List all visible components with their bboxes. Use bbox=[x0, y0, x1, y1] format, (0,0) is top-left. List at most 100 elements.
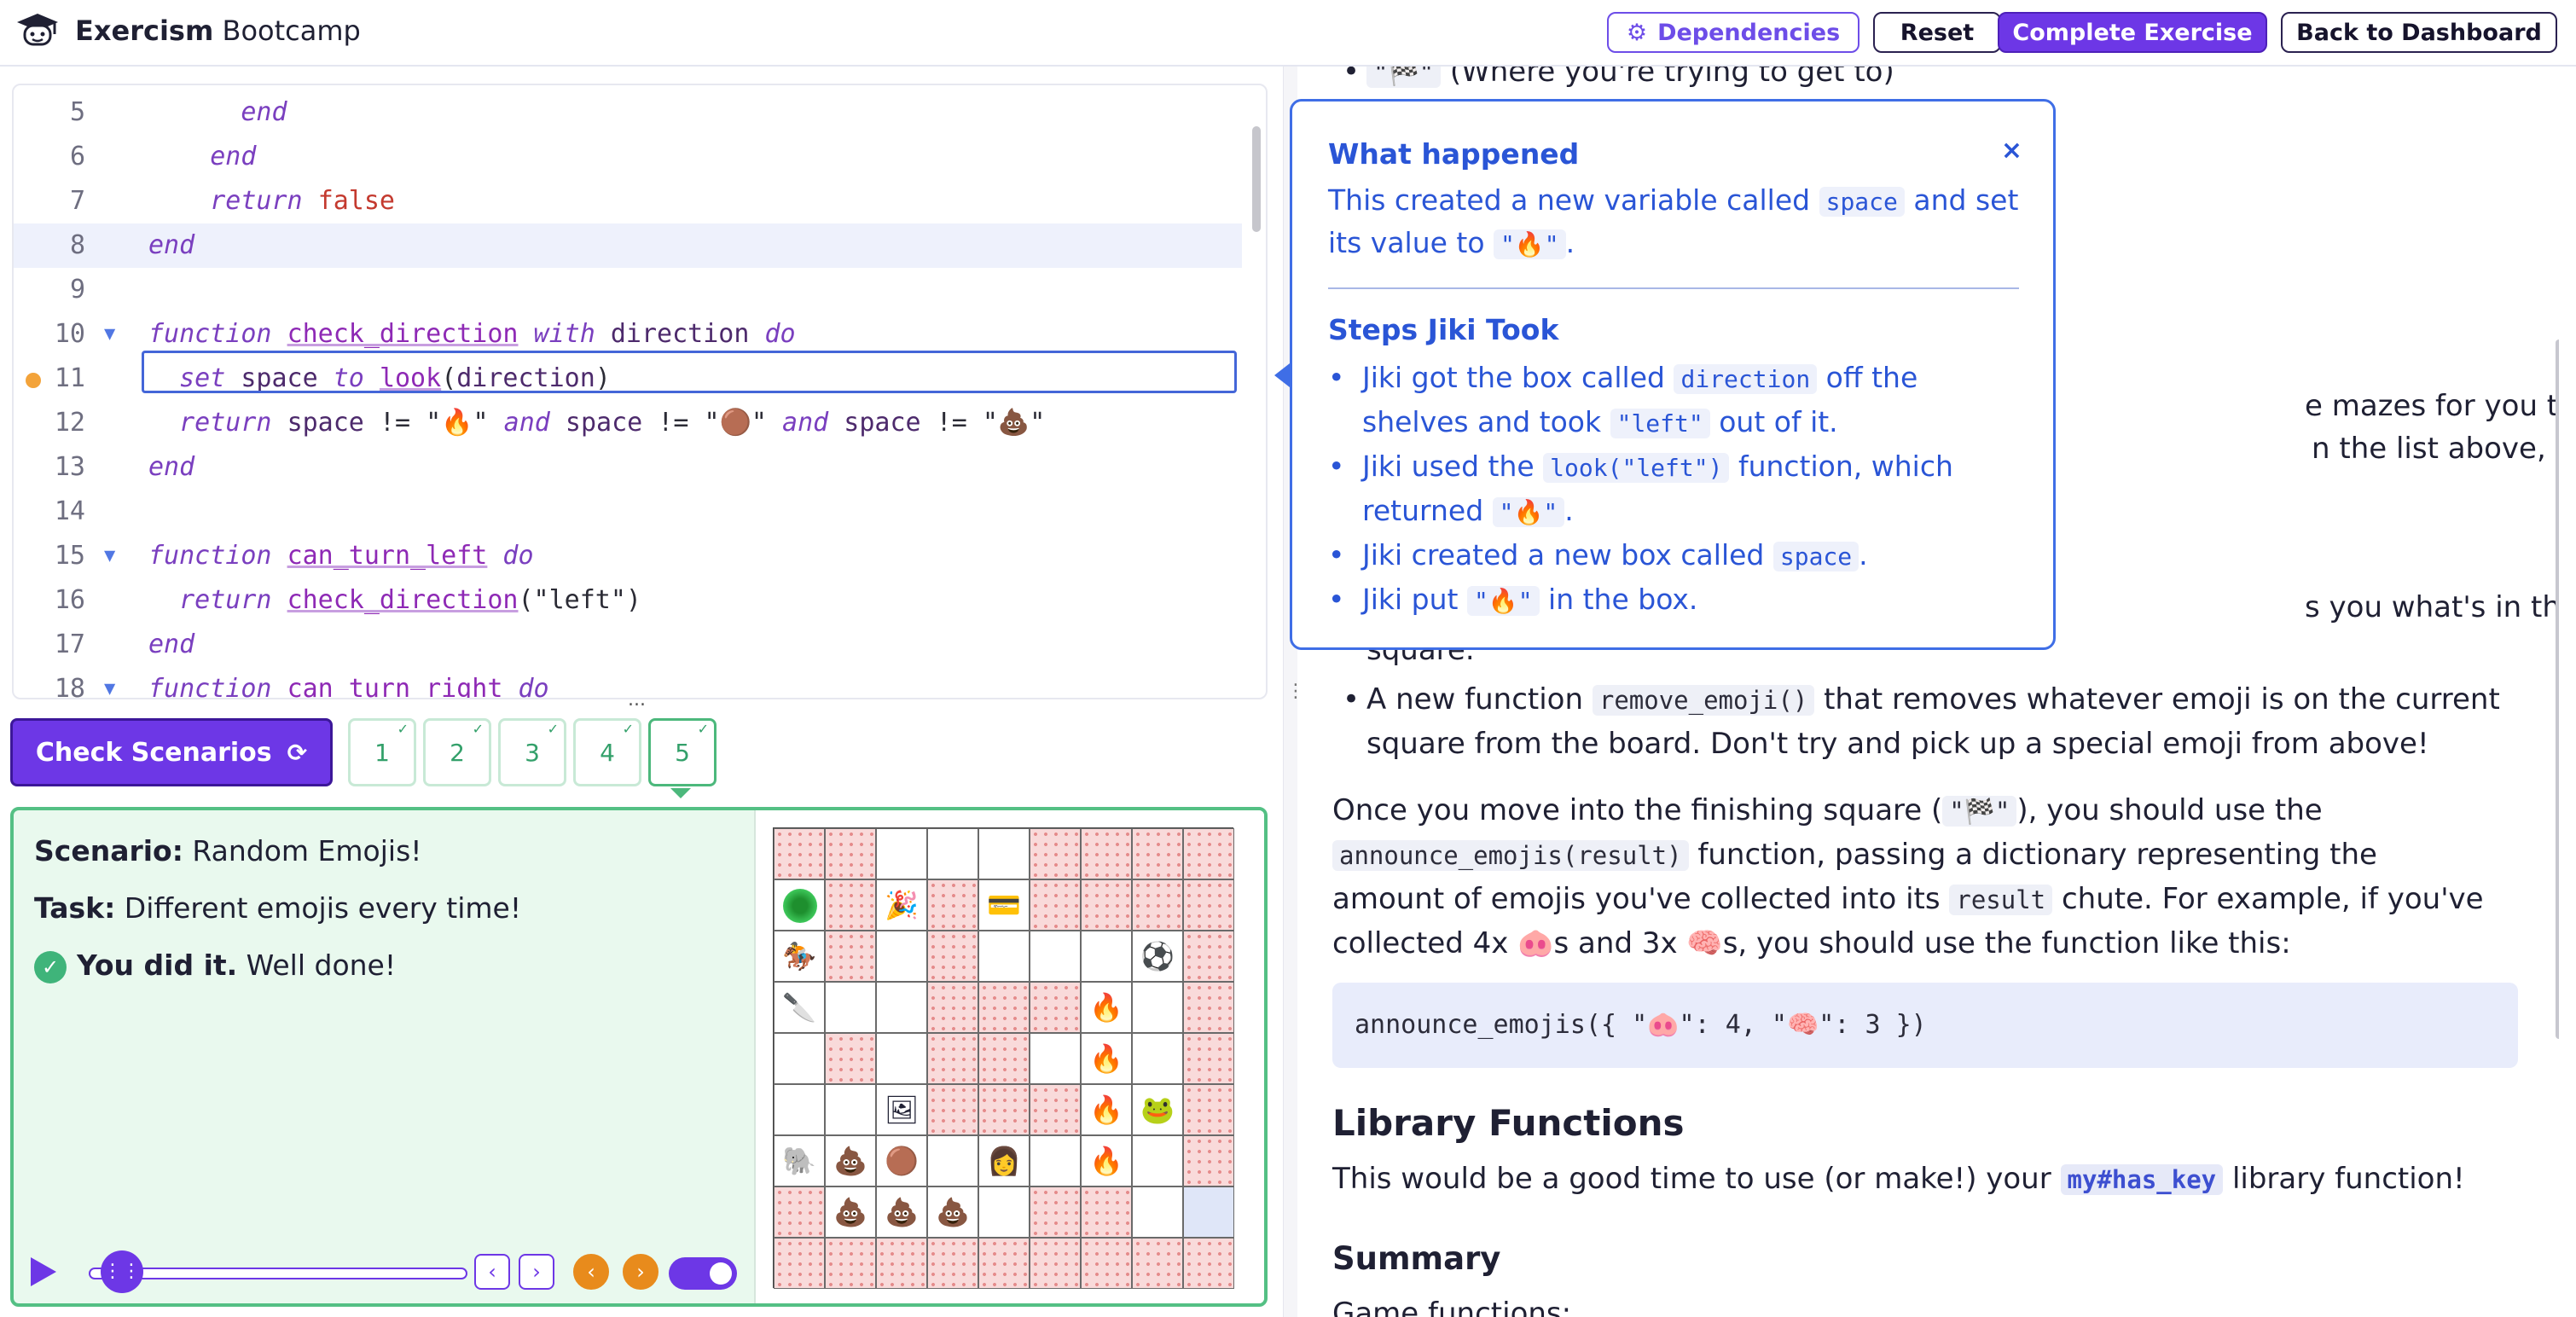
empty-cell bbox=[876, 982, 927, 1033]
code-text: return false bbox=[148, 186, 395, 216]
wall-cell bbox=[1132, 1238, 1183, 1289]
back-to-dashboard-button[interactable]: Back to Dashboard bbox=[2281, 12, 2557, 53]
reset-button[interactable]: Reset bbox=[1873, 12, 2001, 53]
prev-step-button[interactable]: ‹ bbox=[474, 1254, 510, 1290]
wall-cell bbox=[825, 931, 876, 982]
empty-cell bbox=[1132, 1135, 1183, 1186]
finish-bullet: "🏁" (Where you're trying to get to) bbox=[1366, 67, 1894, 89]
emoji-cell: 💩 bbox=[825, 1186, 876, 1238]
timeline-handle[interactable]: ⋮⋮ bbox=[101, 1250, 143, 1293]
animation-toggle[interactable] bbox=[669, 1257, 737, 1290]
code-line[interactable]: 13 end bbox=[14, 445, 1242, 490]
empty-cell bbox=[825, 1084, 876, 1135]
result-bold: You did it. bbox=[77, 949, 238, 982]
empty-cell bbox=[978, 828, 1030, 879]
wall-cell bbox=[774, 828, 825, 879]
emoji-cell: 💳 bbox=[978, 879, 1030, 931]
emoji-cell: 🔪 bbox=[774, 982, 825, 1033]
player-icon bbox=[783, 889, 817, 923]
wall-cell bbox=[774, 1186, 825, 1238]
code-line[interactable]: 15 ▼ function can_turn_left do bbox=[14, 534, 1242, 578]
wall-cell bbox=[1132, 828, 1183, 879]
empty-cell bbox=[774, 1033, 825, 1084]
wall-cell bbox=[1183, 828, 1234, 879]
scenario-tab-4[interactable]: 4 ✓ bbox=[573, 718, 641, 786]
scenario-label: Scenario: bbox=[34, 834, 183, 867]
scenario-tab-2[interactable]: 2 ✓ bbox=[423, 718, 491, 786]
wall-cell bbox=[927, 1084, 978, 1135]
scenario-value: Random Emojis! bbox=[183, 834, 422, 867]
finish-cell bbox=[1183, 1186, 1234, 1238]
success-check-icon: ✓ bbox=[34, 950, 67, 983]
line-number: 12 bbox=[54, 408, 85, 438]
step-item-cont: shelves and took "left" out of it. bbox=[1362, 405, 1838, 438]
wall-cell bbox=[1183, 931, 1234, 982]
line-number: 15 bbox=[54, 541, 85, 571]
popover-line: This created a new variable called space… bbox=[1328, 183, 2019, 217]
task-value: Different emojis every time! bbox=[115, 891, 522, 925]
scenario-tab-3[interactable]: 3 ✓ bbox=[498, 718, 566, 786]
brand-title[interactable]: Exercism Bootcamp bbox=[75, 15, 361, 47]
complete-exercise-button[interactable]: Complete Exercise bbox=[1998, 12, 2267, 53]
wall-cell bbox=[927, 1238, 978, 1289]
line-number: 7 bbox=[69, 186, 85, 216]
empty-cell bbox=[978, 1186, 1030, 1238]
code-line[interactable]: 6 end bbox=[14, 135, 1242, 179]
empty-cell bbox=[876, 931, 927, 982]
editor-scrollbar[interactable] bbox=[1252, 126, 1261, 232]
paragraph-line: collected 4x 🐽s and 3x 🧠s, you should us… bbox=[1332, 926, 2291, 960]
wall-cell bbox=[825, 1033, 876, 1084]
code-line[interactable]: 8 end bbox=[14, 223, 1242, 268]
fold-chevron-icon[interactable]: ▼ bbox=[104, 312, 115, 357]
line-number: 8 bbox=[69, 230, 85, 260]
wall-cell bbox=[1183, 1084, 1234, 1135]
task-label: Task: bbox=[34, 891, 116, 925]
prev-frame-button[interactable]: ‹ bbox=[573, 1254, 609, 1290]
obscured-text-2: n the list above, it should add it bbox=[2312, 432, 2559, 466]
code-line[interactable]: 9 bbox=[14, 268, 1242, 312]
next-frame-button[interactable]: › bbox=[623, 1254, 659, 1290]
dependencies-button[interactable]: ⚙ Dependencies bbox=[1607, 12, 1859, 53]
timeline-slider[interactable] bbox=[89, 1268, 467, 1279]
wall-cell bbox=[774, 1238, 825, 1289]
code-text: end bbox=[148, 452, 195, 482]
code-line[interactable]: 12 return space != "🔥" and space != "🟤" … bbox=[14, 401, 1242, 445]
top-header: Exercism Bootcamp ⚙ Dependencies Reset Co… bbox=[0, 0, 2576, 67]
active-tab-caret bbox=[670, 788, 691, 798]
wall-cell bbox=[927, 1033, 978, 1084]
empty-cell bbox=[927, 1135, 978, 1186]
code-text: end bbox=[148, 230, 195, 260]
code-line[interactable]: 16 return check_direction("left") bbox=[14, 578, 1242, 623]
emoji-cell: 🐘 bbox=[774, 1135, 825, 1186]
fold-chevron-icon[interactable]: ▼ bbox=[104, 667, 115, 698]
code-line[interactable]: 5 end bbox=[14, 90, 1242, 135]
instructions-scrollbar[interactable] bbox=[2556, 339, 2559, 1039]
scenario-tab-5[interactable]: 5 ✓ bbox=[648, 718, 717, 786]
emoji-cell: 🔥 bbox=[1081, 1135, 1132, 1186]
next-step-button[interactable]: › bbox=[519, 1254, 554, 1290]
code-line[interactable]: 17 end bbox=[14, 623, 1242, 667]
exercism-logo-icon bbox=[17, 14, 58, 46]
player-cell bbox=[774, 879, 825, 931]
check-icon: ✓ bbox=[397, 721, 409, 737]
wall-cell bbox=[1081, 1186, 1132, 1238]
check-scenarios-button[interactable]: Check Scenarios ⟳ bbox=[10, 718, 333, 786]
scenario-tab-1[interactable]: 1 ✓ bbox=[348, 718, 416, 786]
wall-cell bbox=[1030, 828, 1081, 879]
close-icon[interactable]: × bbox=[2001, 136, 2022, 165]
paragraph-line: announce_emojis(result) function, passin… bbox=[1332, 838, 2377, 872]
paragraph-line: Once you move into the finishing square … bbox=[1332, 793, 2323, 827]
code-text: function can_turn_right do bbox=[148, 674, 549, 699]
library-paragraph: This would be a good time to use (or mak… bbox=[1332, 1162, 2465, 1196]
code-line[interactable]: 14 bbox=[14, 490, 1242, 534]
emoji-cell: 💩 bbox=[876, 1186, 927, 1238]
play-icon[interactable] bbox=[31, 1257, 56, 1286]
empty-cell bbox=[1030, 931, 1081, 982]
check-icon: ✓ bbox=[547, 721, 559, 737]
line-number: 10 bbox=[54, 319, 85, 349]
code-line[interactable]: 7 return false bbox=[14, 179, 1242, 223]
empty-cell bbox=[1132, 1186, 1183, 1238]
fold-chevron-icon[interactable]: ▼ bbox=[104, 534, 115, 578]
empty-cell bbox=[1030, 1033, 1081, 1084]
code-editor[interactable]: 5 end 6 end 7 return false 8 end 9 10 ▼ function… bbox=[12, 84, 1268, 699]
